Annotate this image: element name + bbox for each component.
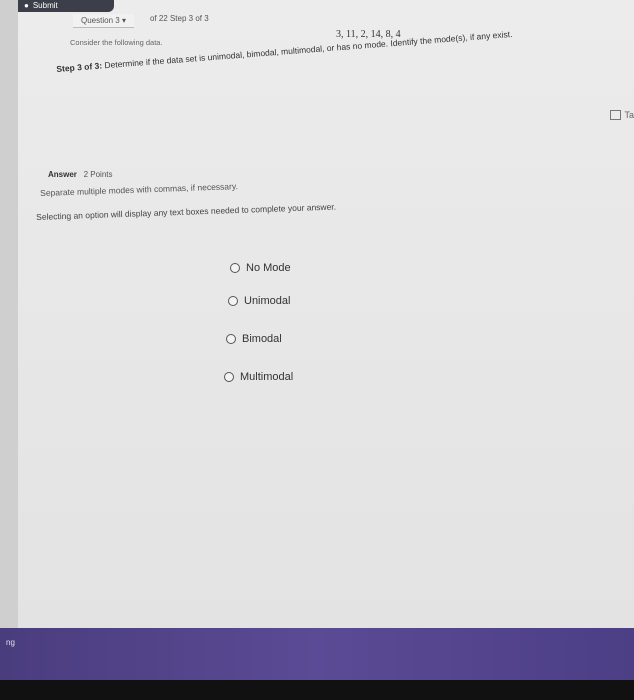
radio-multimodal[interactable] [224, 372, 234, 382]
footer-bar: ng [0, 628, 634, 680]
option-label: Unimodal [244, 295, 291, 307]
option-label: Bimodal [242, 333, 282, 345]
question-label: Question 3 [81, 16, 120, 25]
submit-icon: ● [24, 1, 29, 10]
answer-header: Answer 2 Points [48, 170, 112, 179]
option-label: Multimodal [240, 371, 294, 383]
step-label: Step 3 of 3: [56, 60, 103, 74]
chevron-down-icon: ▾ [121, 16, 126, 25]
tables-label: Ta [624, 110, 634, 120]
radio-bimodal[interactable] [226, 334, 236, 344]
option-unimodal[interactable]: Unimodal [228, 295, 290, 307]
consider-text: Consider the following data. [70, 38, 163, 47]
footer-corner-text: ng [6, 638, 15, 647]
step-text: Determine if the data set is unimodal, b… [104, 28, 513, 71]
option-multimodal[interactable]: Multimodal [224, 371, 293, 383]
tables-button[interactable]: Ta [610, 110, 634, 120]
radio-unimodal[interactable] [228, 296, 238, 306]
radio-no-mode[interactable] [230, 263, 240, 273]
table-icon [610, 110, 622, 120]
screen-bezel [0, 680, 634, 700]
option-label: No Mode [246, 262, 291, 274]
submit-button[interactable]: ● Submit [18, 0, 114, 12]
question-count: of 22 Step 3 of 3 [149, 14, 209, 23]
points-label: 2 Points [83, 170, 113, 179]
question-navigation: Question 3 ▾ of 22 Step 3 of 3 [73, 14, 209, 28]
option-bimodal[interactable]: Bimodal [226, 333, 282, 345]
submit-label: Submit [32, 1, 58, 10]
answer-label: Answer [48, 170, 77, 179]
option-no-mode[interactable]: No Mode [230, 262, 291, 274]
hint-separate-modes: Separate multiple modes with commas, if … [40, 181, 239, 198]
hint-select-option: Selecting an option will display any tex… [36, 201, 337, 222]
question-dropdown[interactable]: Question 3 ▾ [73, 14, 134, 28]
question-panel: ● Submit Question 3 ▾ of 22 Step 3 of 3 … [18, 0, 634, 628]
